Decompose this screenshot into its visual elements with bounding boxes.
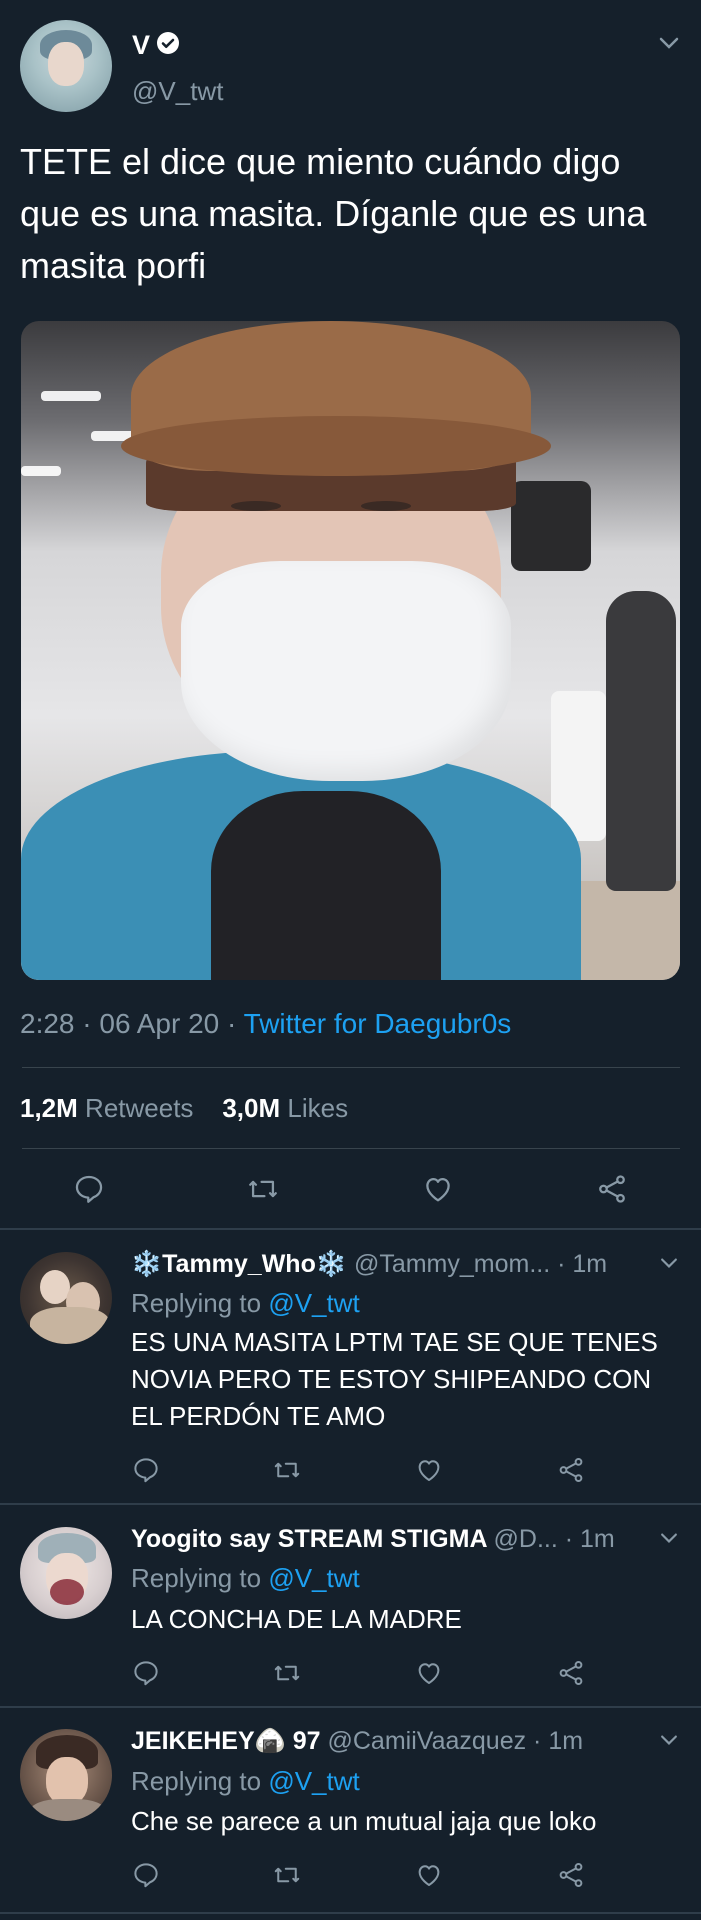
avatar[interactable] [20, 1252, 112, 1344]
chevron-down-icon[interactable] [659, 1256, 679, 1274]
author-name-row[interactable]: V [132, 30, 180, 62]
author-name[interactable]: V [132, 30, 150, 60]
reply-header: JEIKEHEY🍙 97 @CamiiVaazquez · 1m [131, 1727, 583, 1756]
chevron-down-icon[interactable] [659, 1531, 679, 1549]
retweet-icon[interactable] [272, 1455, 302, 1490]
section-divider [0, 1503, 701, 1505]
replying-to: Replying to @V_twt [131, 1766, 360, 1796]
reply-time: · 1m [550, 1250, 608, 1278]
tweet-meta: 2:28 · 06 Apr 20 · Twitter for Daegubr0s [20, 1008, 511, 1040]
share-icon[interactable] [556, 1860, 586, 1895]
reply-author-name[interactable]: ❄️Tammy_Who❄️ [131, 1250, 347, 1278]
retweet-icon[interactable] [246, 1172, 280, 1211]
reply-icon[interactable] [131, 1860, 161, 1895]
reply-text: ES UNA MASITA LPTM TAE SE QUE TENES NOVI… [131, 1327, 658, 1431]
like-icon[interactable] [414, 1455, 444, 1490]
replying-to: Replying to @V_twt [131, 1288, 360, 1318]
like-icon[interactable] [414, 1860, 444, 1895]
reply-author-name[interactable]: JEIKEHEY🍙 97 [131, 1727, 321, 1755]
tweet-stats: 1,2M Retweets 3,0M Likes [20, 1093, 348, 1124]
reply-header: ❄️Tammy_Who❄️ @Tammy_mom... · 1m [131, 1250, 607, 1279]
avatar[interactable] [20, 1527, 112, 1619]
like-icon[interactable] [414, 1658, 444, 1693]
reply-icon[interactable] [72, 1172, 106, 1211]
like-icon[interactable] [421, 1172, 455, 1211]
reply-time: · 1m [526, 1727, 584, 1755]
reply-author-name[interactable]: Yoogito say STREAM STIGMA [131, 1525, 487, 1553]
reply-icon[interactable] [131, 1658, 161, 1693]
share-icon[interactable] [556, 1658, 586, 1693]
tweet-text: TETE el dice que miento cuándo digo que … [20, 141, 647, 286]
avatar[interactable] [20, 1729, 112, 1821]
section-divider [0, 1706, 701, 1708]
tweet-source[interactable]: Twitter for Daegubr0s [244, 1008, 512, 1039]
author-avatar[interactable] [20, 20, 112, 112]
tweet-time: 2:28 · 06 Apr 20 · [20, 1008, 244, 1039]
reply-time: · 1m [557, 1525, 615, 1553]
retweets-stat[interactable]: 1,2M Retweets [20, 1093, 193, 1123]
divider [22, 1148, 680, 1149]
chevron-down-icon[interactable] [659, 1733, 679, 1751]
section-divider [0, 1912, 701, 1914]
section-divider [0, 1228, 701, 1230]
reply-text: LA CONCHA DE LA MADRE [131, 1604, 462, 1634]
replying-to-link[interactable]: @V_twt [268, 1288, 359, 1318]
replying-to-link[interactable]: @V_twt [268, 1766, 359, 1796]
chevron-down-icon[interactable] [658, 36, 680, 55]
reply-icon[interactable] [131, 1455, 161, 1490]
retweet-icon[interactable] [272, 1860, 302, 1895]
verified-icon [156, 31, 180, 62]
reply-header: Yoogito say STREAM STIGMA @D... · 1m [131, 1525, 615, 1554]
replying-to-link[interactable]: @V_twt [268, 1563, 359, 1593]
reply-author-handle[interactable]: @Tammy_mom... [354, 1250, 550, 1278]
retweet-icon[interactable] [272, 1658, 302, 1693]
tweet-photo[interactable] [21, 321, 680, 980]
share-icon[interactable] [595, 1172, 629, 1211]
share-icon[interactable] [556, 1455, 586, 1490]
replying-to: Replying to @V_twt [131, 1563, 360, 1593]
reply-author-handle[interactable]: @D... [494, 1525, 558, 1553]
reply-author-handle[interactable]: @CamiiVaazquez [328, 1727, 527, 1755]
divider [22, 1067, 680, 1068]
author-handle[interactable]: @V_twt [132, 76, 223, 107]
reply-text: Che se parece a un mutual jaja que loko [131, 1806, 597, 1836]
likes-stat[interactable]: 3,0M Likes [222, 1093, 348, 1123]
